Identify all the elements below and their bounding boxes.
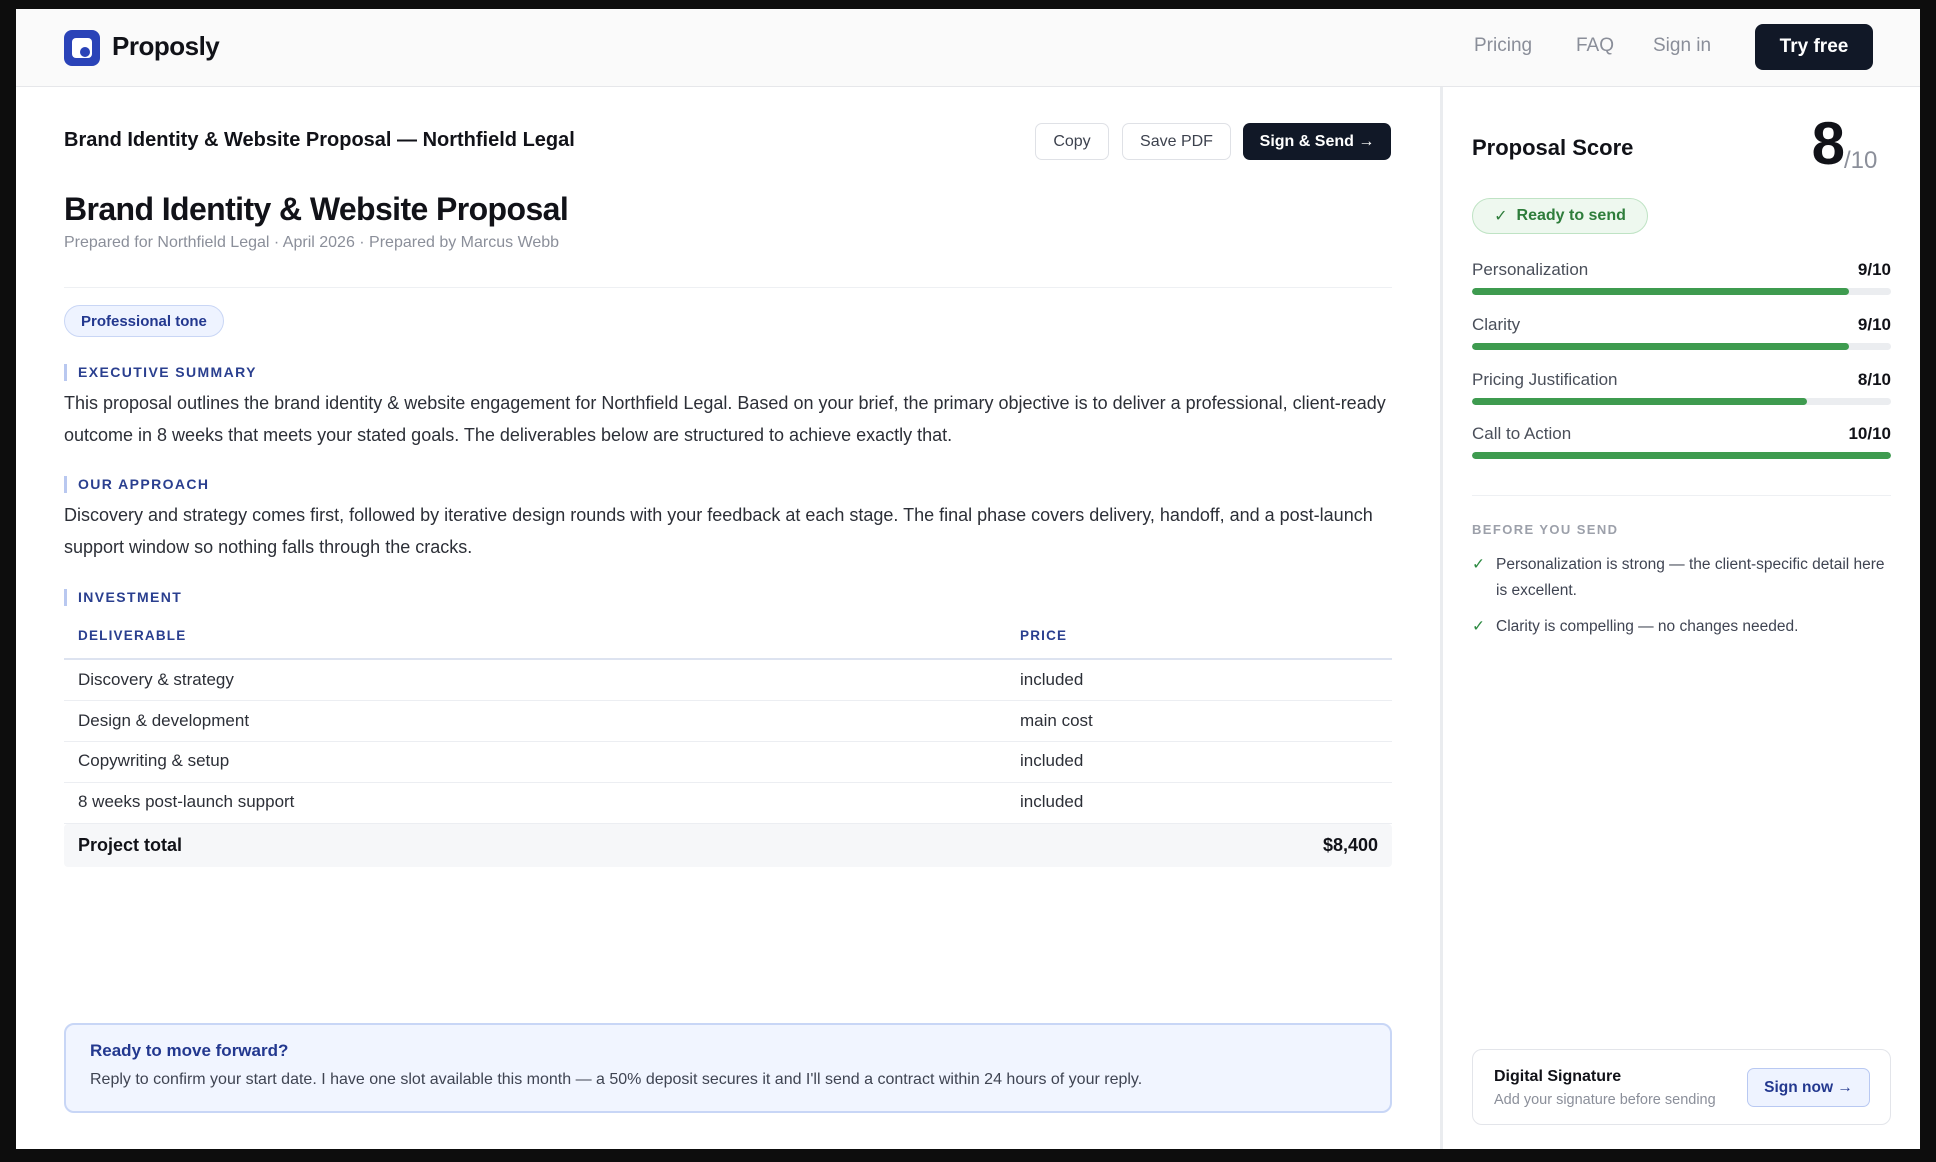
divider — [64, 287, 1392, 288]
document-title: Brand Identity & Website Proposal — Nort… — [64, 129, 575, 151]
ready-status-badge: ✓ Ready to send — [1472, 198, 1648, 234]
sign-now-button[interactable]: Sign now → — [1747, 1068, 1870, 1107]
proposly-logo-icon[interactable] — [64, 30, 100, 66]
progress-track — [1472, 343, 1891, 350]
table-header-deliverable: DELIVERABLE — [78, 628, 187, 643]
progress-track — [1472, 398, 1891, 405]
save-pdf-button[interactable]: Save PDF — [1122, 123, 1231, 160]
cta-text: Reply to confirm your start date. I have… — [90, 1071, 1143, 1088]
progress-fill — [1472, 398, 1808, 405]
tip-text: Personalization is strong — the client-s… — [1496, 556, 1885, 599]
row-divider — [64, 782, 1392, 783]
price-cell: included — [1020, 792, 1084, 811]
table-header-price: PRICE — [1020, 628, 1068, 643]
try-free-button[interactable]: Try free — [1755, 24, 1873, 70]
proposal-title: Brand Identity & Website Proposal — [64, 191, 569, 227]
metric-value-call-to-action: 10/10 — [1848, 424, 1891, 443]
total-value: $8,400 — [1322, 835, 1378, 855]
copy-button[interactable]: Copy — [1035, 123, 1109, 160]
top-nav: Proposly Pricing FAQ Sign in Try free — [16, 9, 1920, 87]
proposal-panel: Brand Identity & Website Proposal — Nort… — [16, 87, 1440, 1149]
signature-title: Digital Signature — [1494, 1068, 1622, 1085]
cta-title: Ready to move forward? — [90, 1041, 289, 1060]
deliverable-cell: Design & development — [78, 711, 250, 730]
tip-text: Clarity is compelling — no changes neede… — [1496, 618, 1799, 635]
metric-value-personalization: 9/10 — [1857, 260, 1891, 279]
tip-item: ✓ Personalization is strong — the client… — [1472, 552, 1891, 604]
before-you-send-label: BEFORE YOU SEND — [1472, 522, 1619, 537]
deliverable-cell: Copywriting & setup — [78, 751, 230, 770]
proposal-meta: Prepared for Northfield Legal · April 20… — [64, 234, 560, 251]
metric-label-clarity: Clarity — [1472, 315, 1521, 334]
approach-text: Discovery and strategy comes first, foll… — [64, 505, 1373, 557]
metric-label-pricing-justification: Pricing Justification — [1472, 370, 1618, 389]
check-icon: ✓ — [1472, 618, 1485, 635]
section-label-investment: INVESTMENT — [64, 589, 182, 606]
signature-subtitle: Add your signature before sending — [1494, 1092, 1716, 1108]
section-label-summary: EXECUTIVE SUMMARY — [64, 364, 257, 381]
digital-signature-card: Digital Signature Add your signature bef… — [1472, 1049, 1891, 1125]
tip-item: ✓ Clarity is compelling — no changes nee… — [1472, 614, 1891, 640]
divider — [1472, 495, 1891, 496]
score-title: Proposal Score — [1472, 135, 1634, 160]
score-sidebar: Proposal Score 8 /10 ✓ Ready to send Per… — [1440, 87, 1920, 1149]
progress-fill — [1472, 343, 1850, 350]
progress-fill — [1472, 288, 1850, 295]
price-cell: included — [1020, 670, 1084, 689]
progress-track — [1472, 452, 1891, 459]
metric-value-pricing-justification: 8/10 — [1857, 370, 1891, 389]
deliverable-cell: 8 weeks post-launch support — [78, 792, 295, 811]
brand-name[interactable]: Proposly — [112, 31, 220, 62]
metric-label-personalization: Personalization — [1472, 260, 1589, 279]
table-header-divider — [64, 658, 1392, 660]
metric-label-call-to-action: Call to Action — [1472, 424, 1572, 443]
score-value: 8 — [1811, 110, 1845, 177]
price-cell: main cost — [1020, 711, 1093, 730]
check-icon: ✓ — [1472, 556, 1485, 573]
call-to-action-box: Ready to move forward? Reply to confirm … — [64, 1023, 1392, 1113]
deliverable-cell: Discovery & strategy — [78, 670, 234, 689]
row-divider — [64, 700, 1392, 701]
status-label: Ready to send — [1516, 207, 1626, 224]
tone-badge[interactable]: Professional tone — [64, 305, 224, 337]
progress-track — [1472, 288, 1891, 295]
app-window: Proposly Pricing FAQ Sign in Try free Br… — [16, 9, 1920, 1149]
score-denominator: /10 — [1844, 147, 1878, 174]
nav-link-faq[interactable]: FAQ — [1576, 35, 1614, 57]
price-cell: included — [1020, 751, 1084, 770]
row-divider — [64, 741, 1392, 742]
metric-value-clarity: 9/10 — [1857, 315, 1891, 334]
progress-fill — [1472, 452, 1891, 459]
nav-link-pricing[interactable]: Pricing — [1474, 35, 1532, 57]
section-label-approach: OUR APPROACH — [64, 476, 209, 493]
total-label: Project total — [78, 835, 183, 855]
check-icon: ✓ — [1494, 208, 1508, 225]
nav-link-sign-in[interactable]: Sign in — [1653, 35, 1711, 57]
sign-send-button[interactable]: Sign & Send → — [1243, 123, 1391, 160]
summary-text: This proposal outlines the brand identit… — [64, 393, 1386, 445]
